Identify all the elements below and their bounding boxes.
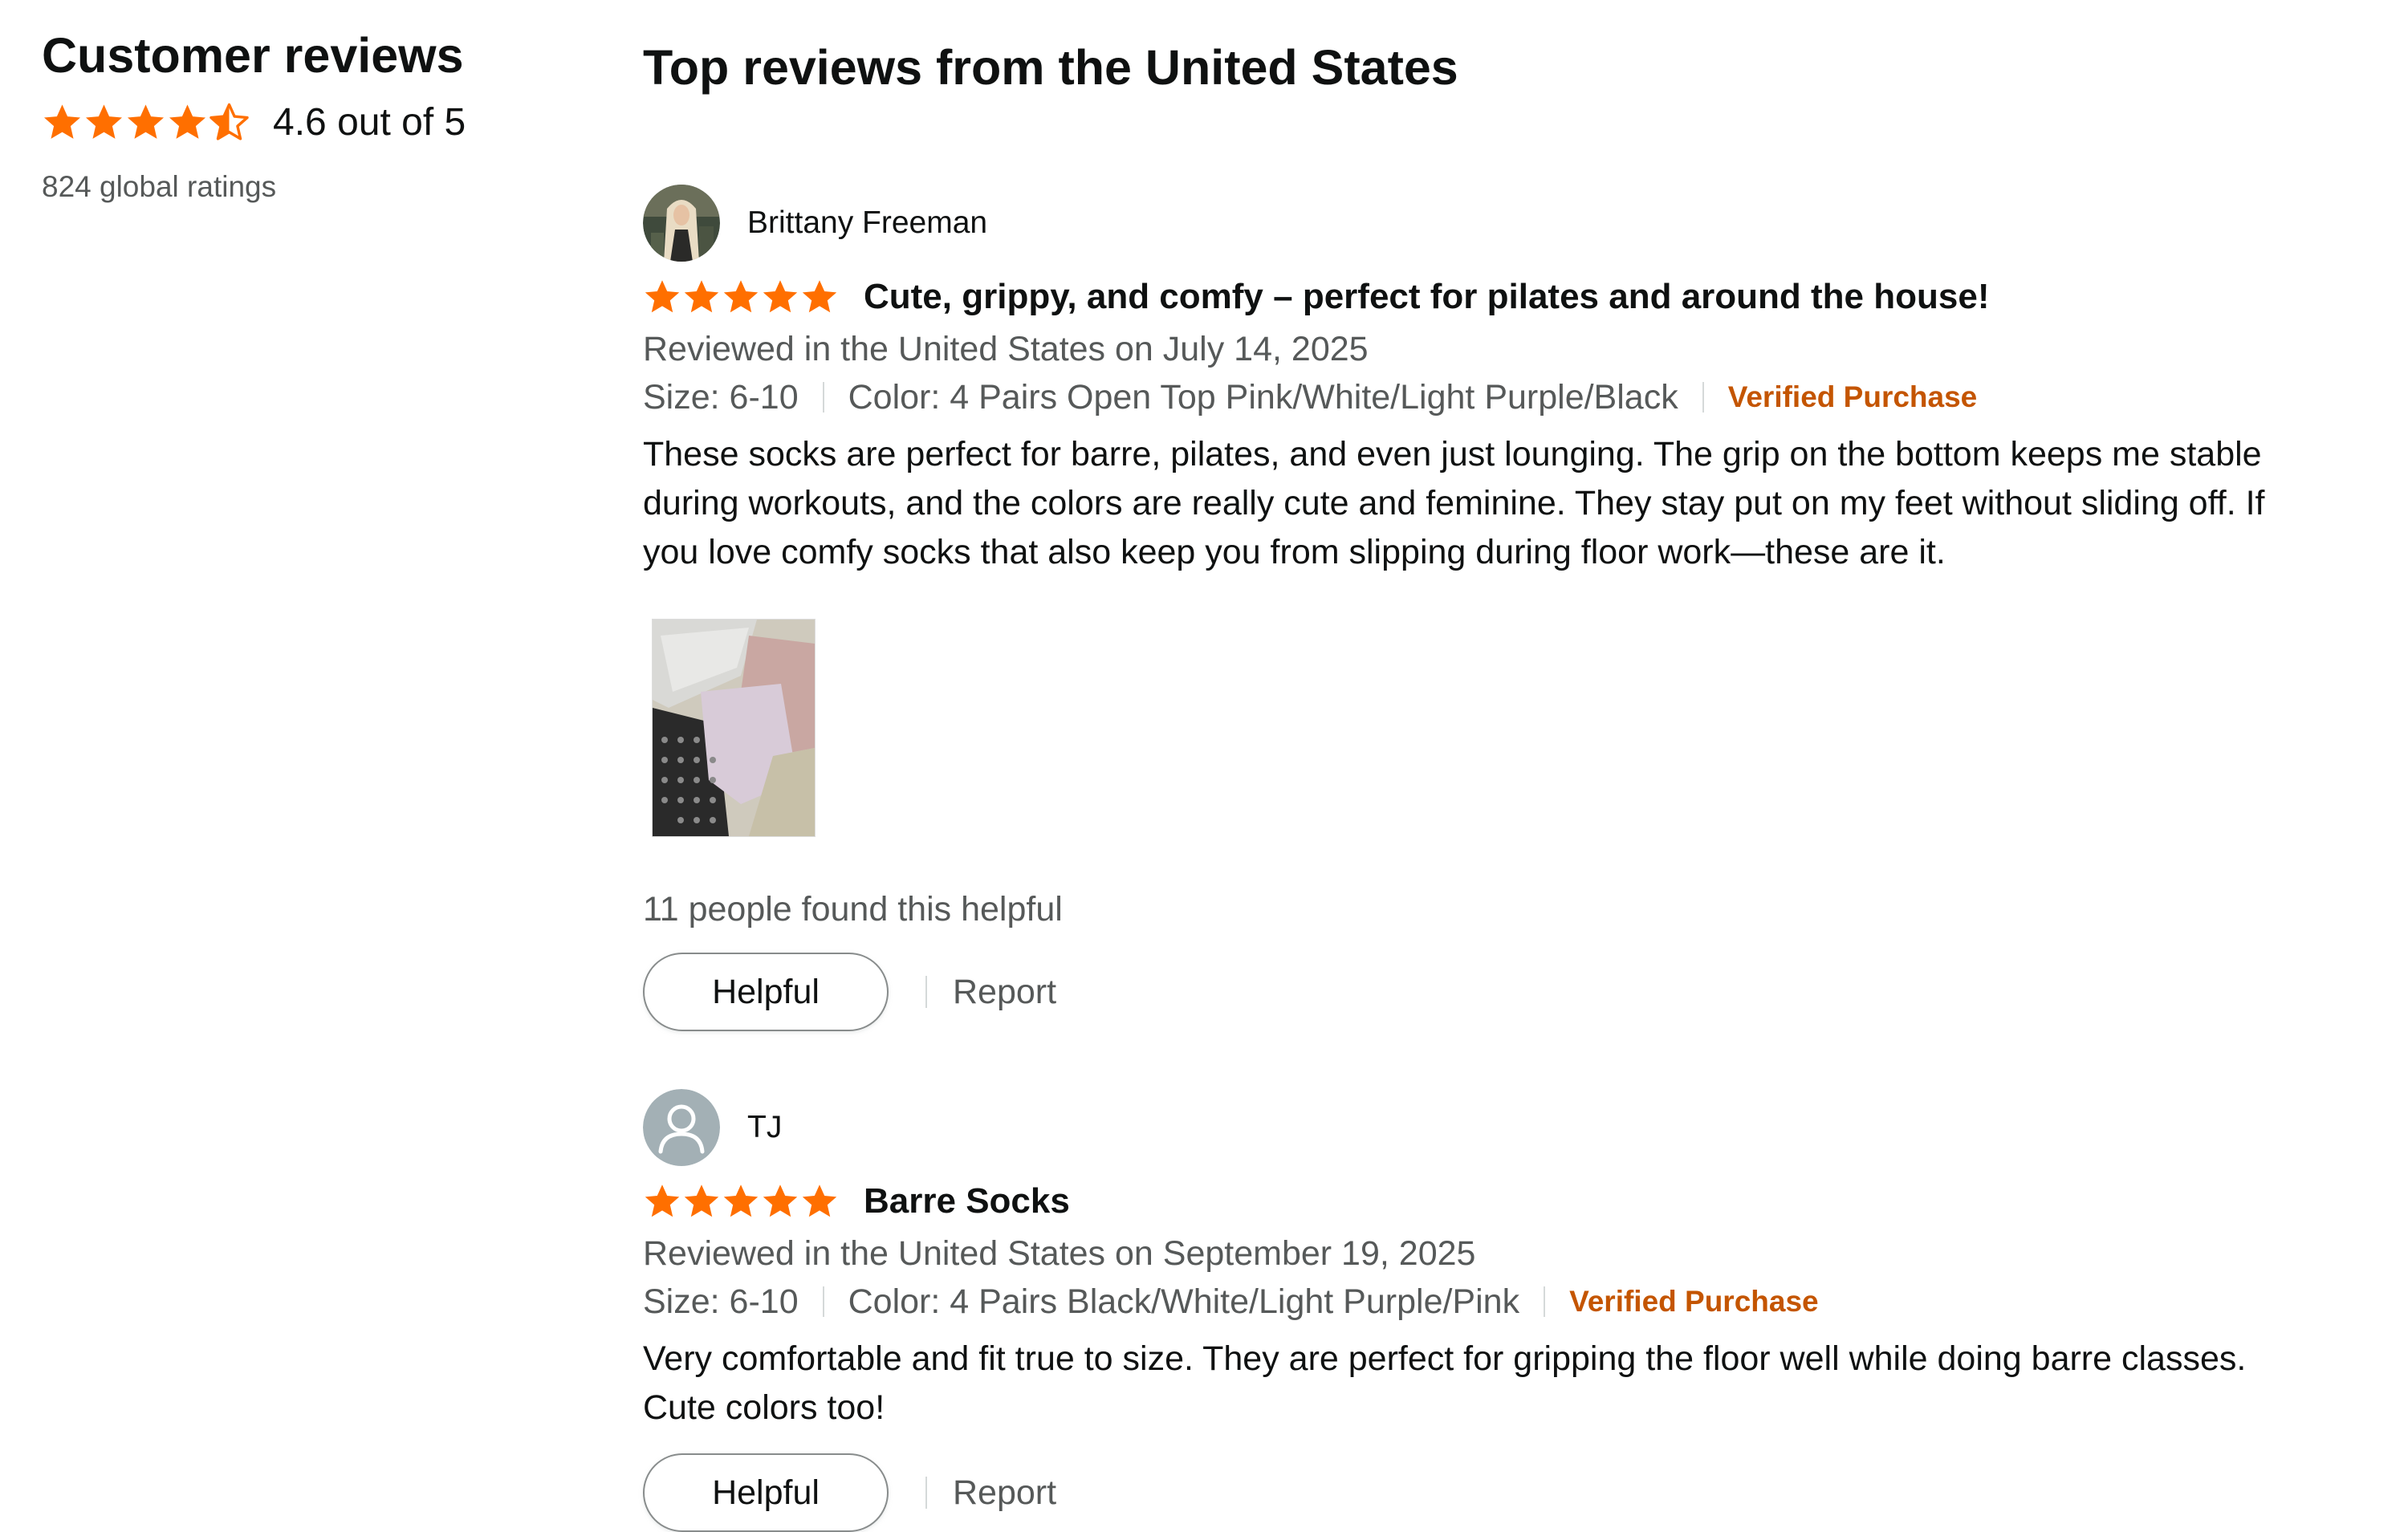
star-icon bbox=[763, 280, 798, 313]
review-title-row[interactable]: Barre Socks bbox=[643, 1177, 2345, 1225]
star-half-icon bbox=[209, 103, 249, 140]
star-icon bbox=[723, 1185, 759, 1217]
global-ratings-count: 824 global ratings bbox=[42, 170, 277, 203]
helpful-button[interactable]: Helpful bbox=[643, 953, 889, 1031]
review-title-row[interactable]: Cute, grippy, and comfy – perfect for pi… bbox=[643, 273, 2345, 321]
variant-size[interactable]: Size: 6-10 bbox=[643, 372, 799, 422]
divider bbox=[1544, 1286, 1546, 1317]
reviewer-profile[interactable]: TJ bbox=[643, 1089, 2345, 1166]
review-image-thumbnail[interactable] bbox=[652, 619, 816, 837]
variant-color[interactable]: Color: 4 Pairs Open Top Pink/White/Light… bbox=[848, 372, 1678, 422]
star-icon bbox=[645, 1185, 680, 1217]
average-rating-text: 4.6 out of 5 bbox=[273, 100, 466, 144]
review-item: Brittany Freeman Cute, grippy, and comfy… bbox=[643, 185, 2345, 1031]
average-rating-row[interactable]: 4.6 out of 5 bbox=[42, 96, 555, 148]
review-rating-stars bbox=[643, 278, 840, 316]
variant-color[interactable]: Color: 4 Pairs Black/White/Light Purple/… bbox=[848, 1277, 1519, 1327]
average-rating-stars bbox=[42, 102, 250, 143]
verified-purchase-badge: Verified Purchase bbox=[1569, 1285, 1819, 1318]
review-variant-row: Size: 6-10 Color: 4 Pairs Black/White/Li… bbox=[643, 1277, 2345, 1327]
reviewer-photo bbox=[643, 185, 720, 262]
star-icon bbox=[684, 1185, 719, 1217]
reviewer-profile[interactable]: Brittany Freeman bbox=[643, 185, 2345, 262]
star-icon bbox=[43, 104, 81, 139]
review-date: Reviewed in the United States on Septemb… bbox=[643, 1234, 1476, 1273]
customer-reviews-summary: Customer reviews 4.6 out of 5 824 global… bbox=[42, 22, 555, 204]
reviewer-name: TJ bbox=[747, 1110, 783, 1144]
divider bbox=[822, 382, 824, 412]
divider bbox=[1702, 382, 1704, 412]
divider bbox=[925, 976, 927, 1008]
review-variant-row: Size: 6-10 Color: 4 Pairs Open Top Pink/… bbox=[643, 372, 2345, 422]
reviewer-name: Brittany Freeman bbox=[747, 205, 988, 240]
variant-size[interactable]: Size: 6-10 bbox=[643, 1277, 799, 1327]
helpful-count: 11 people found this helpful bbox=[643, 890, 1063, 929]
star-icon bbox=[802, 280, 837, 313]
review-actions: Helpful Report bbox=[643, 1453, 2345, 1532]
star-icon bbox=[645, 280, 680, 313]
divider bbox=[925, 1477, 927, 1509]
reviews-section: Top reviews from the United States Britt… bbox=[643, 35, 2345, 1532]
person-icon bbox=[643, 1089, 720, 1166]
review-body: Very comfortable and fit true to size. T… bbox=[643, 1339, 2247, 1427]
review-date: Reviewed in the United States on July 14… bbox=[643, 330, 1369, 368]
star-icon bbox=[723, 280, 759, 313]
star-icon bbox=[684, 280, 719, 313]
star-icon bbox=[802, 1185, 837, 1217]
customer-reviews-heading: Customer reviews bbox=[42, 28, 464, 83]
review-body: These socks are perfect for barre, pilat… bbox=[643, 435, 2265, 571]
star-icon bbox=[127, 104, 165, 139]
report-link[interactable]: Report bbox=[953, 973, 1056, 1012]
star-icon bbox=[169, 104, 206, 139]
report-link[interactable]: Report bbox=[953, 1473, 1056, 1513]
review-title[interactable]: Barre Socks bbox=[864, 1181, 1070, 1221]
verified-purchase-badge: Verified Purchase bbox=[1727, 380, 1978, 413]
review-rating-stars bbox=[643, 1182, 840, 1221]
star-icon bbox=[763, 1185, 798, 1217]
review-actions: Helpful Report bbox=[643, 953, 2345, 1031]
socks-photo bbox=[653, 620, 815, 836]
reviews-section-heading: Top reviews from the United States bbox=[643, 40, 1458, 95]
divider bbox=[822, 1286, 824, 1317]
avatar bbox=[643, 1089, 720, 1166]
avatar bbox=[643, 185, 720, 262]
review-title[interactable]: Cute, grippy, and comfy – perfect for pi… bbox=[864, 277, 1989, 317]
review-item: TJ Barre Socks Reviewed in the United St… bbox=[643, 1089, 2345, 1532]
star-icon bbox=[85, 104, 123, 139]
helpful-button[interactable]: Helpful bbox=[643, 1453, 889, 1532]
